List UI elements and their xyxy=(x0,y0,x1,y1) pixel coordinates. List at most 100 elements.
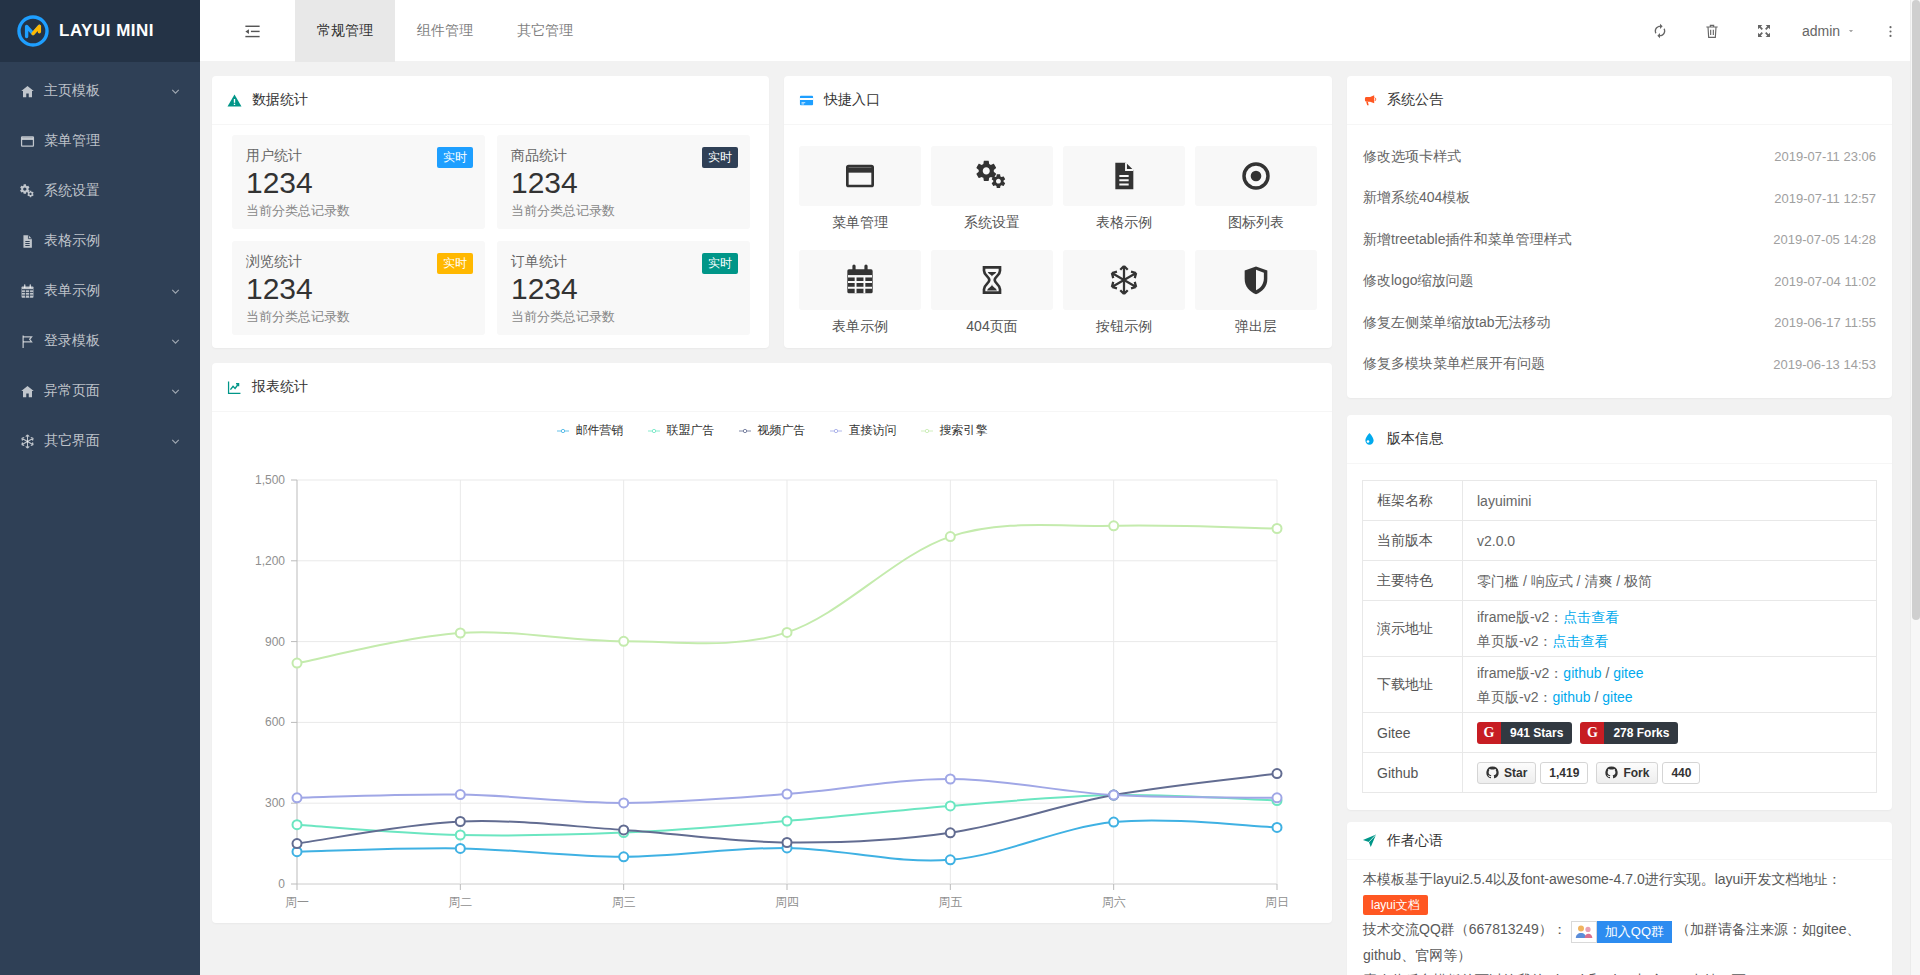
snowflake-icon xyxy=(20,434,35,449)
version-row-label: 当前版本 xyxy=(1363,521,1463,560)
announcement-item-1[interactable]: 修改选项卡样式2019-07-11 23:06 xyxy=(1347,136,1892,178)
legend-marker-icon xyxy=(557,425,569,437)
github-fork-button[interactable]: Fork xyxy=(1596,762,1658,784)
quick-entry-1[interactable] xyxy=(799,146,921,206)
sidebar-item-4[interactable]: 表格示例 xyxy=(0,216,200,266)
sidebar-item-6[interactable]: 登录模板 xyxy=(0,316,200,366)
announcement-item-3[interactable]: 新增treetable插件和菜单管理样式2019-07-05 14:28 xyxy=(1347,219,1892,261)
github-star-button[interactable]: Star xyxy=(1477,762,1536,784)
version-text: / xyxy=(1591,689,1603,705)
tab-2[interactable]: 组件管理 xyxy=(395,0,495,62)
legend-marker-icon xyxy=(648,425,660,437)
github-count[interactable]: 440 xyxy=(1662,762,1700,784)
announcement-date: 2019-06-13 14:53 xyxy=(1773,357,1876,372)
page-scrollbar[interactable] xyxy=(1910,0,1920,975)
chart-point xyxy=(1109,818,1118,827)
chevron-down-icon xyxy=(169,85,182,98)
stat-value: 1234 xyxy=(246,166,471,200)
sidebar-item-label: 其它界面 xyxy=(44,432,100,450)
version-link[interactable]: gitee xyxy=(1613,665,1643,681)
chart-point xyxy=(293,839,302,848)
quick-entry-6[interactable] xyxy=(931,250,1053,310)
svg-text:1,200: 1,200 xyxy=(255,554,285,568)
version-link[interactable]: 点击查看 xyxy=(1563,609,1619,625)
svg-text:1,500: 1,500 xyxy=(255,473,285,487)
announcement-date: 2019-07-05 14:28 xyxy=(1773,232,1876,247)
announcement-item-4[interactable]: 修改logo缩放问题2019-07-04 11:02 xyxy=(1347,261,1892,303)
version-line: 单页版-v2：github / gitee xyxy=(1477,685,1862,709)
scrollbar-thumb[interactable] xyxy=(1912,0,1920,620)
chart-point xyxy=(456,831,465,840)
sidebar-item-8[interactable]: 其它界面 xyxy=(0,416,200,466)
fullscreen-button[interactable] xyxy=(1738,0,1790,62)
announcement-item-6[interactable]: 修复多模块菜单栏展开有问题 2019-06-13 14:53 xyxy=(1347,344,1892,386)
gitee-badges: G941 Stars G278 Forks xyxy=(1477,722,1862,744)
paper-plane-icon xyxy=(1362,833,1377,848)
version-link[interactable]: github xyxy=(1563,665,1601,681)
version-row-value: v2.0.0 xyxy=(1463,521,1876,560)
sidebar-item-7[interactable]: 异常页面 xyxy=(0,366,200,416)
gitee-badge[interactable]: G941 Stars xyxy=(1477,722,1572,744)
version-row-label: 主要特色 xyxy=(1363,561,1463,600)
legend-item-3[interactable]: 视频广告 xyxy=(739,422,806,439)
tab-1[interactable]: 常规管理 xyxy=(295,0,395,62)
refresh-button[interactable] xyxy=(1634,0,1686,62)
quick-entry-5[interactable] xyxy=(799,250,921,310)
gitee-badge-text: 278 Forks xyxy=(1604,722,1678,744)
announcement-item-2[interactable]: 新增系统404模板2019-07-11 12:57 xyxy=(1347,178,1892,220)
sidebar-item-3[interactable]: 系统设置 xyxy=(0,166,200,216)
version-link[interactable]: github xyxy=(1552,689,1590,705)
sidebar-item-label: 系统设置 xyxy=(44,182,100,200)
tab-3[interactable]: 其它管理 xyxy=(495,0,595,62)
chart-point xyxy=(1273,769,1282,778)
stat-box-2[interactable]: 商品统计实时1234当前分类总记录数 xyxy=(497,135,750,229)
stat-box-3[interactable]: 浏览统计实时1234当前分类总记录数 xyxy=(232,241,485,335)
legend-item-2[interactable]: 联盟广告 xyxy=(648,422,715,439)
version-row-label: 框架名称 xyxy=(1363,481,1463,520)
user-dropdown[interactable]: admin xyxy=(1790,0,1868,62)
announcement-item-5[interactable]: 修复左侧菜单缩放tab无法移动2019-06-17 11:55 xyxy=(1347,302,1892,344)
version-link[interactable]: gitee xyxy=(1602,689,1632,705)
announcement-text: 修复多模块菜单栏展开有问题 xyxy=(1363,355,1545,373)
chart-point xyxy=(619,798,628,807)
quick-entry-label: 弹出层 xyxy=(1195,318,1317,336)
layui-doc-badge[interactable]: layui文档 xyxy=(1363,895,1428,915)
legend-item-5[interactable]: 搜索引擎 xyxy=(921,422,988,439)
stat-caption: 当前分类总记录数 xyxy=(511,308,736,326)
legend-item-1[interactable]: 邮件营销 xyxy=(557,422,624,439)
svg-text:周一: 周一 xyxy=(285,895,309,908)
trash-button[interactable] xyxy=(1686,0,1738,62)
author-text: 本模板基于layui2.5.4以及font-awesome-4.7.0进行实现。… xyxy=(1347,860,1892,975)
sidebar-item-5[interactable]: 表单示例 xyxy=(0,266,200,316)
svg-text:600: 600 xyxy=(265,715,285,729)
version-link[interactable]: 点击查看 xyxy=(1552,633,1608,649)
sidebar-item-1[interactable]: 主页模板 xyxy=(0,66,200,116)
legend-marker-icon xyxy=(921,425,933,437)
chart-point xyxy=(1273,524,1282,533)
quick-entry-8[interactable] xyxy=(1195,250,1317,310)
version-row-label: Gitee xyxy=(1363,713,1463,752)
version-line: 单页版-v2：点击查看 xyxy=(1477,629,1862,653)
warning-triangle-icon xyxy=(227,93,242,108)
quick-entry-7[interactable] xyxy=(1063,250,1185,310)
svg-text:周五: 周五 xyxy=(938,895,962,908)
window-icon xyxy=(844,160,876,192)
svg-text:周日: 周日 xyxy=(1265,895,1289,908)
version-row-label: 下载地址 xyxy=(1363,657,1463,712)
sidebar-toggle-icon[interactable] xyxy=(230,0,274,62)
stat-box-4[interactable]: 订单统计实时1234当前分类总记录数 xyxy=(497,241,750,335)
legend-item-4[interactable]: 直接访问 xyxy=(830,422,897,439)
gitee-badge[interactable]: G278 Forks xyxy=(1580,722,1678,744)
join-qq-badge[interactable]: 加入QQ群 xyxy=(1571,921,1672,943)
sidebar-item-2[interactable]: 菜单管理 xyxy=(0,116,200,166)
brand[interactable]: LAYUI MINI xyxy=(0,0,200,62)
github-count[interactable]: 1,419 xyxy=(1540,762,1588,784)
quick-entry-3[interactable] xyxy=(1063,146,1185,206)
quick-entry-2[interactable] xyxy=(931,146,1053,206)
author-card-header: 作者心语 xyxy=(1347,822,1892,860)
stat-box-1[interactable]: 用户统计实时1234当前分类总记录数 xyxy=(232,135,485,229)
more-menu-button[interactable] xyxy=(1868,0,1912,62)
brand-title: LAYUI MINI xyxy=(59,21,154,41)
quick-entry-4[interactable] xyxy=(1195,146,1317,206)
quick-entry-label: 表单示例 xyxy=(799,318,921,336)
